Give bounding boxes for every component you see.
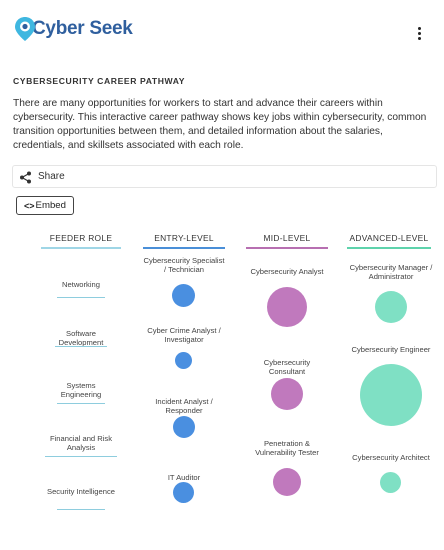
job-label-cybersecurity-manager: Cybersecurity Manager / Administrator	[349, 263, 433, 281]
column-underline-feeder	[41, 247, 121, 249]
location-pin-icon	[15, 17, 35, 41]
feeder-underline	[55, 346, 107, 347]
job-bubble-cybersecurity-analyst[interactable]	[267, 287, 307, 327]
job-bubble-cybersecurity-specialist[interactable]	[172, 284, 195, 307]
feeder-role-software-development[interactable]: Software Development	[45, 329, 117, 347]
job-bubble-cybersecurity-architect[interactable]	[380, 472, 401, 493]
column-header-feeder: FEEDER ROLE	[49, 233, 113, 243]
cyberseek-logo[interactable]: Cyber Seek	[14, 16, 133, 42]
job-label-penetration-tester: Penetration & Vulnerability Tester	[255, 439, 319, 457]
job-label-it-auditor: IT Auditor	[167, 473, 201, 482]
column-underline-advanced	[347, 247, 431, 249]
column-header-entry: ENTRY-LEVEL	[154, 233, 214, 243]
page-title: CYBERSECURITY CAREER PATHWAY	[13, 76, 186, 86]
job-label-cybersecurity-consultant: Cybersecurity Consultant	[263, 358, 311, 376]
embed-button[interactable]: <> Embed	[16, 196, 74, 215]
job-label-cyber-crime-analyst: Cyber Crime Analyst / Investigator	[147, 326, 221, 344]
feeder-underline	[45, 456, 117, 457]
job-label-cybersecurity-specialist: Cybersecurity Specialist / Technician	[143, 256, 225, 274]
job-label-cybersecurity-analyst: Cybersecurity Analyst	[250, 267, 324, 276]
embed-label: Embed	[35, 200, 66, 211]
job-label-cybersecurity-engineer: Cybersecurity Engineer	[351, 345, 431, 354]
feeder-role-security-intelligence[interactable]: Security Intelligence	[47, 487, 115, 496]
share-icon	[20, 171, 31, 184]
feeder-role-systems-engineering[interactable]: Systems Engineering	[47, 381, 115, 399]
feeder-role-networking[interactable]: Networking	[43, 280, 119, 289]
intro-paragraph: There are many opportunities for workers…	[13, 98, 427, 151]
feeder-underline	[57, 509, 105, 510]
job-label-incident-analyst: Incident Analyst / Responder	[155, 397, 213, 415]
job-bubble-it-auditor[interactable]	[173, 482, 194, 503]
share-label: Share	[38, 171, 65, 182]
job-bubble-cybersecurity-consultant[interactable]	[271, 378, 303, 410]
column-underline-mid	[246, 247, 328, 249]
job-bubble-cybersecurity-manager[interactable]	[375, 291, 407, 323]
code-icon: <>	[24, 200, 35, 211]
job-bubble-penetration-tester[interactable]	[273, 468, 301, 496]
job-bubble-incident-analyst[interactable]	[173, 416, 195, 438]
column-header-mid: MID-LEVEL	[263, 233, 311, 243]
job-bubble-cyber-crime-analyst[interactable]	[175, 352, 192, 369]
column-underline-entry	[143, 247, 225, 249]
feeder-underline	[57, 297, 105, 298]
share-button[interactable]: Share	[12, 165, 437, 188]
job-bubble-cybersecurity-engineer[interactable]	[360, 364, 422, 426]
job-label-cybersecurity-architect: Cybersecurity Architect	[352, 453, 430, 462]
feeder-role-financial-risk[interactable]: Financial and Risk Analysis	[41, 434, 121, 452]
feeder-underline	[57, 403, 105, 404]
kebab-menu-icon[interactable]	[416, 27, 422, 43]
logo-text: Cyber Seek	[32, 18, 133, 39]
column-header-advanced: ADVANCED-LEVEL	[349, 233, 429, 243]
app-header: Cyber Seek	[0, 0, 444, 64]
